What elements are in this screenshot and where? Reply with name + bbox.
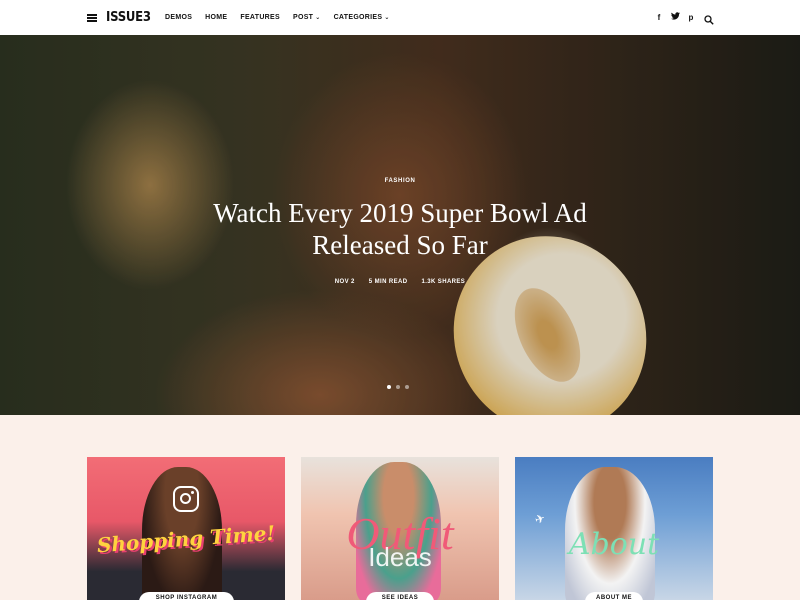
pinterest-icon[interactable]: p: [687, 13, 695, 22]
nav-item-home[interactable]: HOME: [205, 14, 227, 21]
menu-icon[interactable]: [87, 14, 97, 22]
slider-dot-3[interactable]: [405, 385, 409, 389]
nav-label: FEATURES: [240, 14, 280, 21]
card-subtitle: Ideas: [368, 542, 432, 572]
nav-item-demos[interactable]: DEMOS: [165, 14, 192, 21]
nav-label: DEMOS: [165, 14, 193, 21]
slider-dot-2[interactable]: [396, 385, 400, 389]
hero-meta: NOV 2 5 MIN READ 1.3K SHARES: [0, 279, 800, 285]
promo-card-shop[interactable]: Shopping Time! SHOP INSTAGRAM: [87, 457, 285, 600]
card-title: About: [568, 527, 660, 562]
site-header: ISSUE3 DEMOS HOME FEATURES POST ⌄ CATEGOR…: [0, 0, 800, 35]
social-links: f p: [655, 12, 695, 22]
hero-date: NOV 2: [334, 279, 355, 285]
airplane-icon: ✈: [532, 510, 548, 528]
about-me-button[interactable]: ABOUT ME: [585, 592, 643, 600]
nav-label: CATEGORIES: [333, 14, 383, 21]
hero-read-time: 5 MIN READ: [368, 279, 408, 285]
promo-card-ideas[interactable]: Outfit Ideas SEE IDEAS: [301, 457, 499, 600]
promo-section: Shopping Time! SHOP INSTAGRAM Outfit Ide…: [0, 415, 800, 600]
instagram-icon: [173, 486, 199, 512]
nav-label: HOME: [205, 14, 228, 21]
hero-title[interactable]: Watch Every 2019 Super Bowl Ad Released …: [200, 197, 600, 261]
twitter-icon[interactable]: [671, 12, 680, 22]
hero-slider[interactable]: FASHION Watch Every 2019 Super Bowl Ad R…: [0, 35, 800, 415]
search-icon[interactable]: [704, 12, 714, 25]
slider-dot-1[interactable]: [387, 385, 391, 389]
hero-category[interactable]: FASHION: [0, 178, 800, 184]
chevron-down-icon: ⌄: [384, 15, 390, 21]
nav-item-features[interactable]: FEATURES: [240, 14, 280, 21]
see-ideas-button[interactable]: SEE IDEAS: [366, 592, 434, 600]
nav-item-categories[interactable]: CATEGORIES ⌄: [334, 14, 390, 21]
site-logo[interactable]: ISSUE3: [106, 10, 151, 25]
hero-shares: 1.3K SHARES: [421, 279, 466, 285]
nav-label: POST: [292, 14, 314, 21]
main-nav: DEMOS HOME FEATURES POST ⌄ CATEGORIES ⌄: [165, 0, 403, 35]
nav-item-post[interactable]: POST ⌄: [293, 14, 321, 21]
shop-instagram-button[interactable]: SHOP INSTAGRAM: [139, 592, 234, 600]
chevron-down-icon: ⌄: [315, 15, 321, 21]
facebook-icon[interactable]: f: [655, 13, 663, 22]
promo-card-about[interactable]: ✈ About ABOUT ME: [515, 457, 713, 600]
slider-pagination: [387, 385, 409, 389]
